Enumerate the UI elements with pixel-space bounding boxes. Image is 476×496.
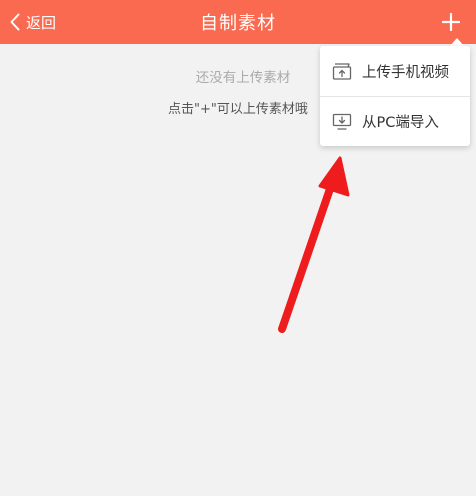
menu-item-pc-import[interactable]: 从PC端导入 xyxy=(320,96,470,146)
add-dropdown-menu: 上传手机视频 从PC端导入 xyxy=(320,46,470,146)
menu-item-label: 从PC端导入 xyxy=(362,115,439,131)
upload-video-icon xyxy=(332,63,352,80)
pc-import-icon xyxy=(332,113,352,130)
screen: 返回 自制素材 还没有上传素材 点击"+"可以上传素材哦 上传手机视频 从PC端… xyxy=(0,0,476,496)
page-title: 自制素材 xyxy=(200,13,276,34)
plus-icon xyxy=(442,13,460,31)
menu-item-label: 上传手机视频 xyxy=(362,64,449,81)
back-label: 返回 xyxy=(26,13,57,32)
back-button[interactable]: 返回 xyxy=(10,0,56,44)
empty-state-hint: 点击"+"可以上传素材哦 xyxy=(168,102,308,117)
menu-item-upload-video[interactable]: 上传手机视频 xyxy=(320,46,470,96)
chevron-left-icon xyxy=(10,13,20,31)
header-bar: 返回 自制素材 xyxy=(0,0,476,44)
